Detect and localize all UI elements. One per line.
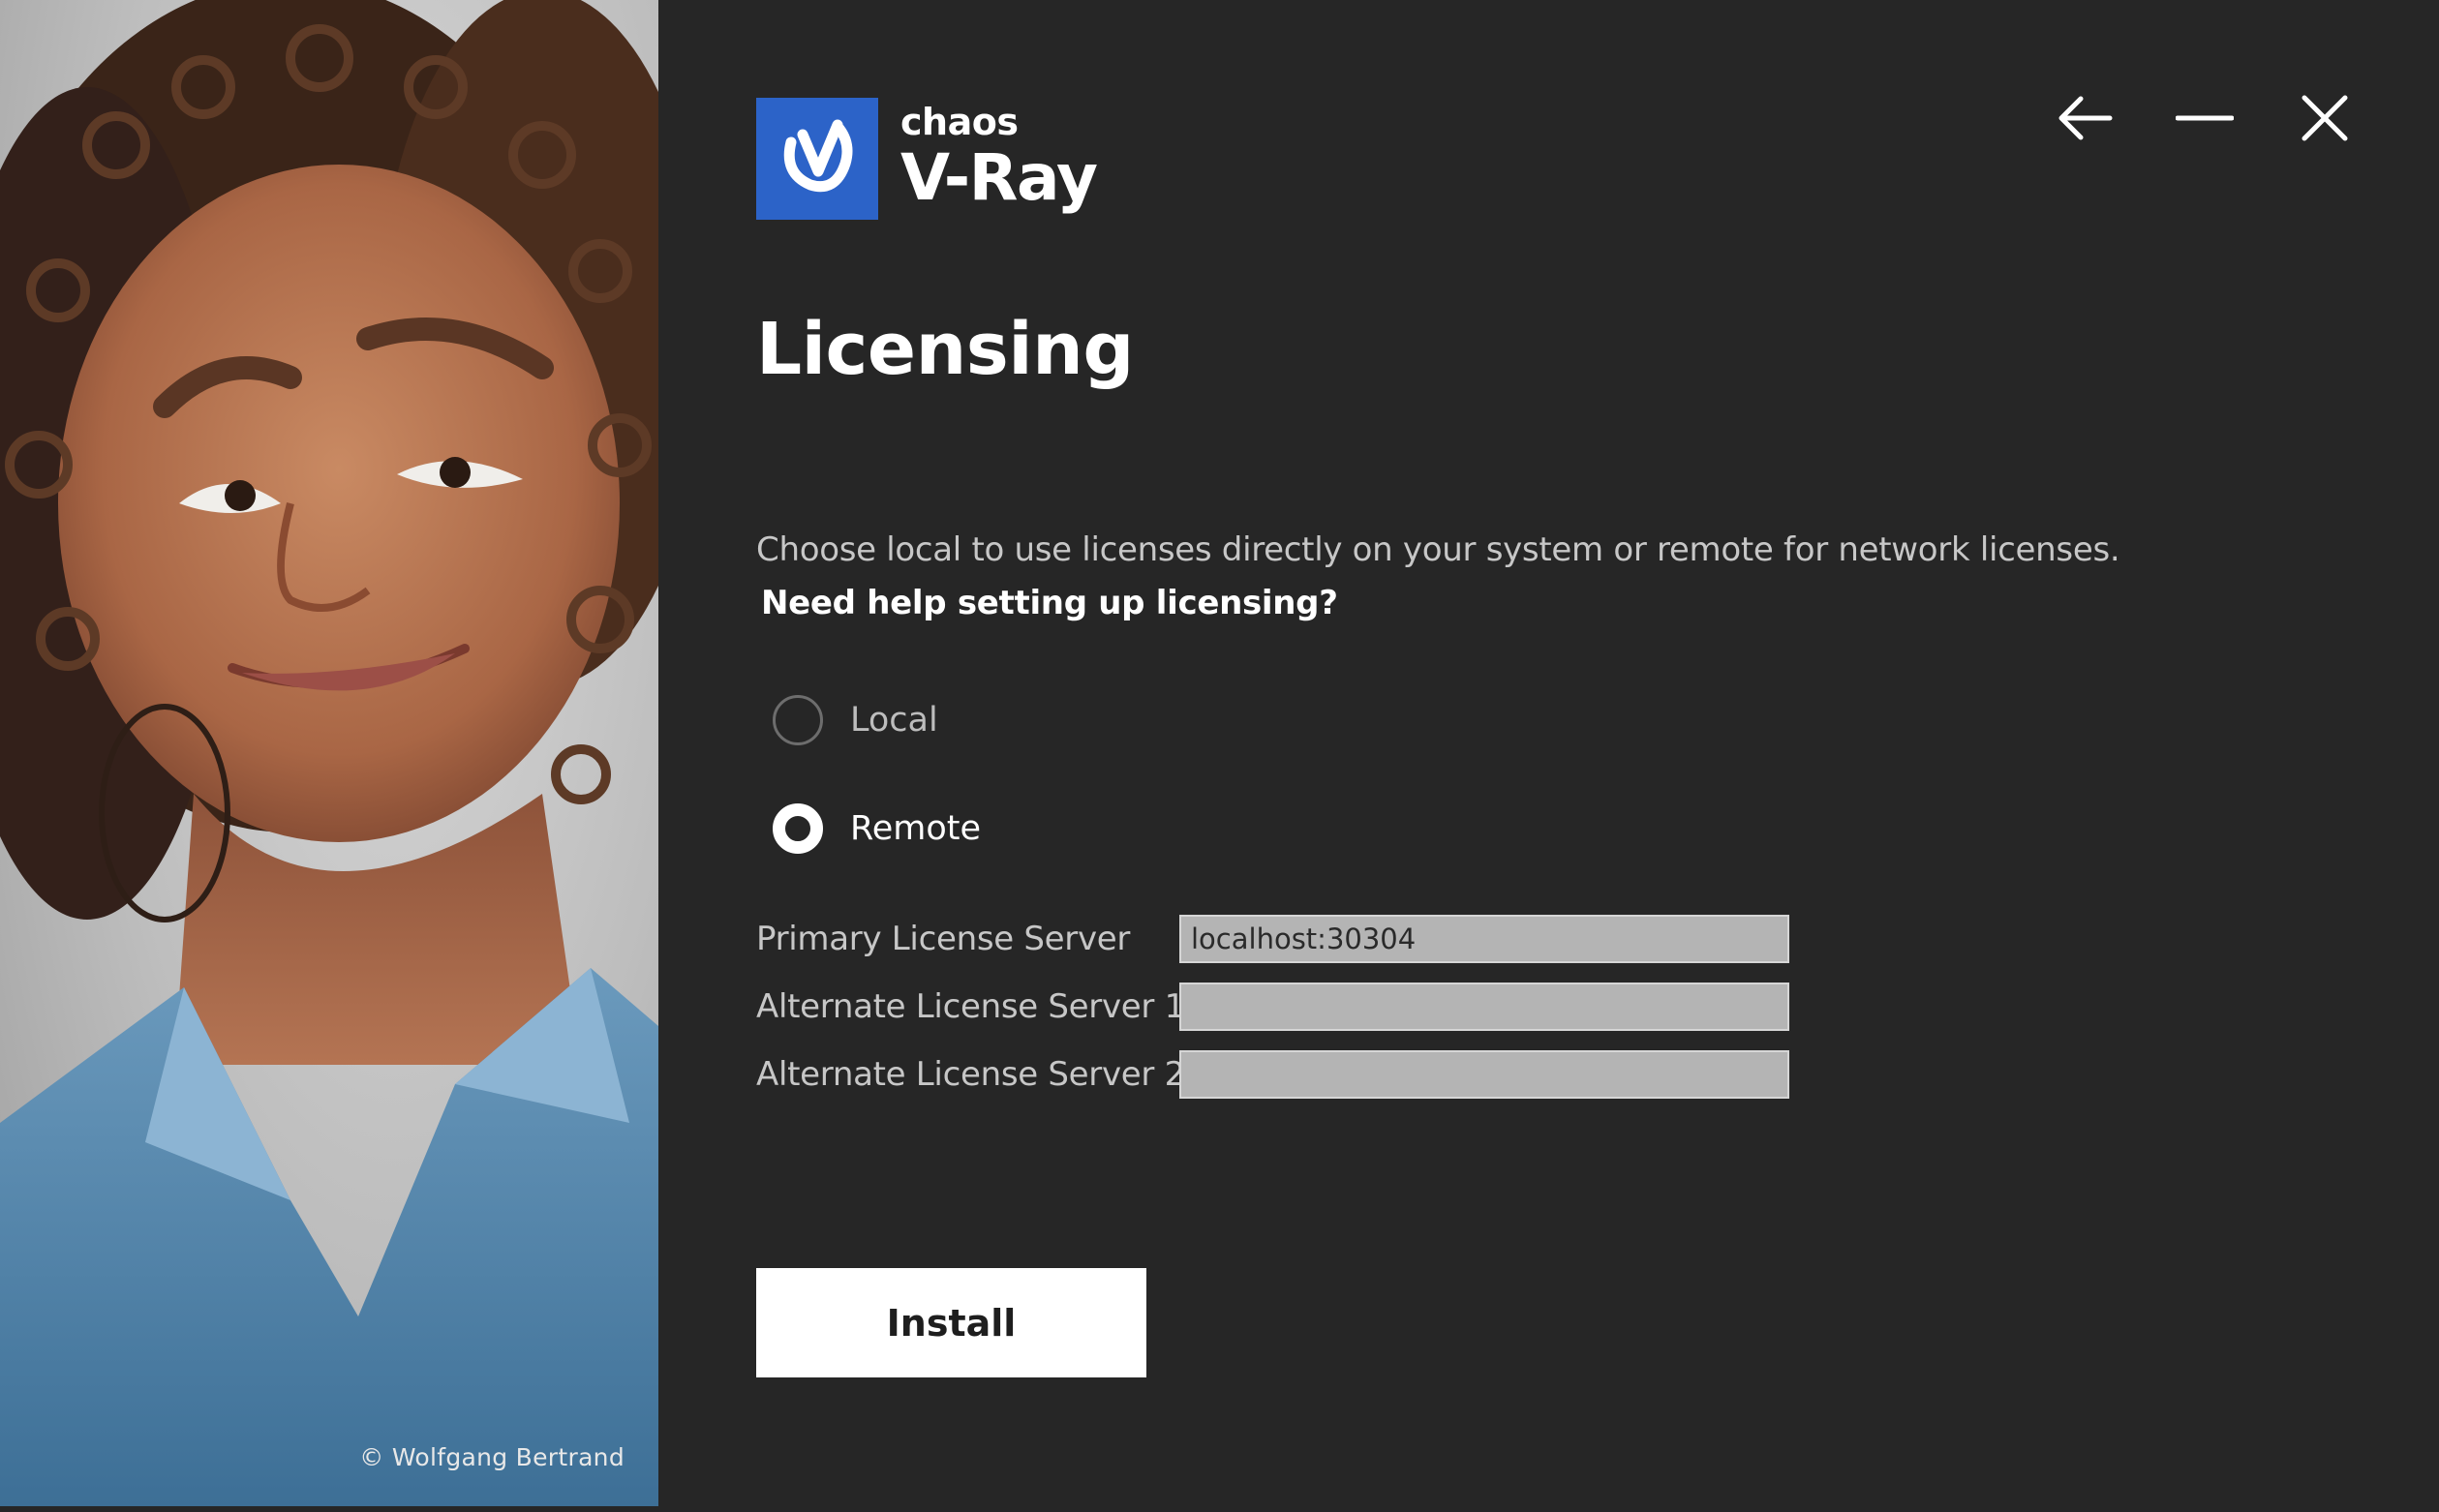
back-button[interactable] bbox=[2056, 89, 2114, 147]
logo-product: V-Ray bbox=[900, 140, 1098, 215]
arrow-left-icon bbox=[2058, 96, 2113, 140]
licensing-help-link[interactable]: Need help setting up licensing? bbox=[761, 584, 1338, 622]
local-radio-label: Local bbox=[850, 701, 938, 740]
installer-window: © Wolfgang Bertrand chaos V-Ray Licensin… bbox=[0, 0, 2439, 1512]
logo-wordmark: chaos V-Ray bbox=[900, 101, 1098, 215]
minimize-button[interactable] bbox=[2176, 89, 2234, 147]
character-illustration bbox=[0, 0, 658, 1506]
close-button[interactable] bbox=[2296, 89, 2354, 147]
page-title: Licensing bbox=[756, 308, 1134, 391]
artwork-credit: © Wolfgang Bertrand bbox=[359, 1443, 625, 1471]
primary-server-input[interactable] bbox=[1179, 915, 1789, 963]
alternate-server-1-label: Alternate License Server 1 bbox=[756, 987, 1185, 1026]
remote-radio-label: Remote bbox=[850, 809, 982, 848]
alternate-server-2-input[interactable] bbox=[1179, 1050, 1789, 1099]
install-button[interactable]: Install bbox=[756, 1268, 1146, 1377]
primary-server-label: Primary License Server bbox=[756, 920, 1131, 958]
alternate-server-1-input[interactable] bbox=[1179, 983, 1789, 1031]
radio-option-local[interactable]: Local bbox=[773, 695, 938, 745]
radio-option-remote[interactable]: Remote bbox=[773, 803, 981, 854]
v-ray-logo-icon bbox=[756, 98, 878, 220]
logo-brand: chaos bbox=[900, 101, 1019, 143]
remote-radio-button[interactable] bbox=[773, 803, 823, 854]
primary-server-row: Primary License Server bbox=[756, 915, 1789, 963]
artwork-panel: © Wolfgang Bertrand bbox=[0, 0, 658, 1506]
minimize-icon bbox=[2176, 115, 2234, 121]
licensing-description: Choose local to use licenses directly on… bbox=[756, 530, 2120, 569]
window-controls bbox=[2056, 89, 2354, 147]
alternate-server-2-row: Alternate License Server 2 bbox=[756, 1050, 1789, 1099]
vray-logo: chaos V-Ray bbox=[756, 98, 1098, 220]
alternate-server-2-label: Alternate License Server 2 bbox=[756, 1055, 1185, 1094]
alternate-server-1-row: Alternate License Server 1 bbox=[756, 983, 1789, 1031]
close-icon bbox=[2302, 95, 2348, 141]
local-radio-button[interactable] bbox=[773, 695, 823, 745]
